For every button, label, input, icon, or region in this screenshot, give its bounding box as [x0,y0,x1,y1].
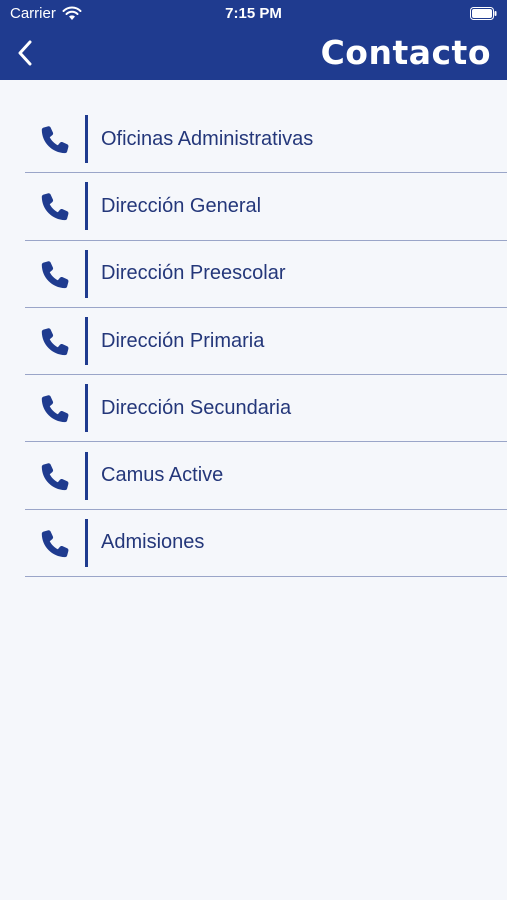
phone-icon [25,317,85,365]
contact-label: Dirección General [101,194,262,217]
battery-icon [470,7,497,20]
contact-label: Dirección Primaria [101,329,265,352]
phone-icon [25,182,85,230]
contact-label: Admisiones [101,531,205,554]
phone-icon [25,452,85,500]
contact-item[interactable]: Dirección General [25,173,507,241]
phone-icon [25,250,85,298]
header: Carrier 7:15 PM Contacto [0,0,507,80]
contact-item[interactable]: Camus Active [25,442,507,510]
contact-label: Dirección Secundaria [101,396,292,419]
phone-icon [25,519,85,567]
nav-bar: Contacto [0,28,507,80]
contact-list: Oficinas Administrativas Dirección Genera… [25,106,507,578]
phone-icon [25,115,85,163]
chevron-left-icon [18,40,32,66]
contact-item[interactable]: Dirección Preescolar [25,241,507,308]
status-bar: Carrier 7:15 PM [0,0,507,28]
contact-item[interactable]: Dirección Secundaria [25,375,507,443]
contact-label: Oficinas Administrativas [101,127,314,150]
contact-item[interactable]: Oficinas Administrativas [25,106,507,174]
phone-icon [25,384,85,432]
back-button[interactable] [12,38,38,68]
contact-label: Camus Active [101,464,224,487]
contact-label: Dirección Preescolar [101,262,286,285]
contact-item[interactable]: Admisiones [25,510,507,578]
status-time: 7:15 PM [225,5,282,22]
page-title: Contacto [320,33,491,72]
contact-item[interactable]: Dirección Primaria [25,308,507,376]
